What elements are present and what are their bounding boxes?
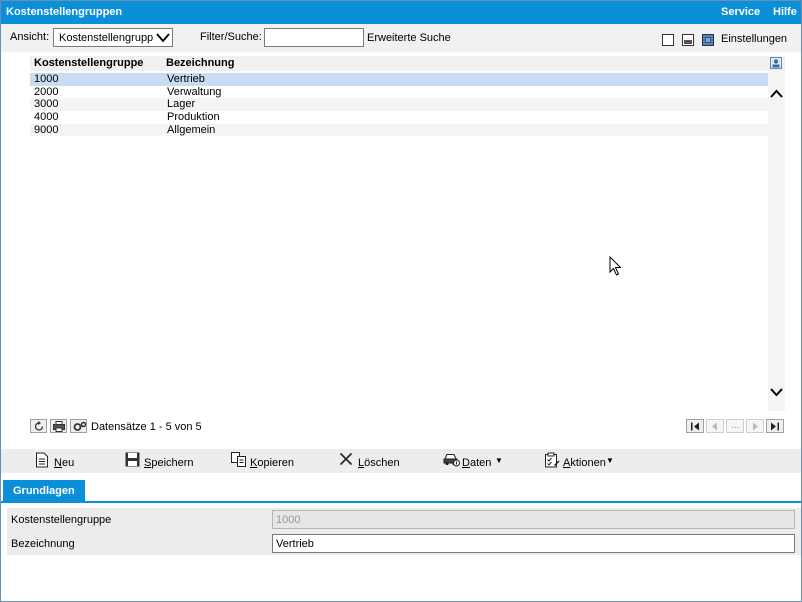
grid-header: Kostenstellengruppe Bezeichnung: [30, 56, 785, 71]
column-header-bezeichnung[interactable]: Bezeichnung: [166, 57, 234, 69]
car-icon: [443, 454, 460, 467]
refresh-button[interactable]: [30, 419, 47, 433]
cell-name: Vertrieb: [167, 73, 205, 85]
delete-button-label: Löschen: [358, 457, 400, 469]
layout-split-button[interactable]: [682, 34, 694, 46]
first-page-button[interactable]: [686, 419, 704, 433]
cell-name: Lager: [167, 98, 196, 111]
detail-form: Kostenstellengruppe 1000 Bezeichnung Ver…: [7, 508, 801, 555]
layout-detail-icon: [705, 37, 711, 43]
save-icon: [125, 452, 140, 467]
tab-grundlagen-label: Grundlagen: [13, 485, 75, 497]
table-row[interactable]: 4000 Produktion: [30, 111, 768, 124]
search-input[interactable]: [264, 28, 364, 47]
bezeichnung-label: Bezeichnung: [11, 538, 75, 550]
new-document-icon: [36, 452, 48, 468]
form-row-bezeichnung: Bezeichnung Vertrieb: [7, 532, 801, 554]
data-menu-label: Daten: [462, 457, 492, 469]
data-grid: Kostenstellengruppe Bezeichnung 1000 Ver…: [30, 56, 785, 411]
table-row[interactable]: 3000 Lager: [30, 98, 768, 112]
window-title: Kostenstellengruppen: [6, 6, 123, 18]
new-button-label: Neu: [54, 457, 75, 469]
dropdown-arrow-icon: ▼: [606, 456, 614, 465]
cell-code: 3000: [34, 98, 59, 111]
print-button[interactable]: [50, 419, 67, 433]
chevron-down-icon: [156, 33, 170, 43]
action-bar: Neu Speichern Kopieren Löschen Daten ▼ A…: [1, 449, 801, 473]
mouse-pointer-icon: [609, 256, 622, 276]
bezeichnung-value: Vertrieb: [276, 538, 314, 550]
advanced-search-link[interactable]: Erweiterte Suche: [367, 32, 451, 44]
page-select-button[interactable]: ...: [726, 419, 744, 433]
chevron-down-icon[interactable]: [770, 388, 783, 397]
page-ellipsis: ...: [731, 420, 740, 431]
record-count: Datensätze 1 - 5 von 5: [91, 421, 202, 433]
layout-detail-button[interactable]: [702, 34, 714, 46]
next-page-button[interactable]: [746, 419, 764, 433]
tab-grundlagen[interactable]: Grundlagen: [3, 480, 85, 502]
view-toolbar: Ansicht: Kostenstellengrupp Filter/Suche…: [1, 24, 801, 52]
refresh-icon: [34, 421, 44, 431]
next-page-icon: [753, 422, 758, 431]
table-row[interactable]: 2000 Verwaltung: [30, 86, 768, 99]
kostenstellengruppe-label: Kostenstellengruppe: [11, 514, 112, 526]
detail-tab-bar: Grundlagen: [1, 477, 801, 503]
table-row[interactable]: 1000 Vertrieb: [30, 73, 768, 86]
help-menu[interactable]: Hilfe: [773, 6, 797, 18]
dropdown-arrow-icon: ▼: [495, 456, 503, 465]
first-page-icon: [691, 422, 699, 431]
copy-button-label: Kopieren: [250, 457, 295, 469]
filter-label: Filter/Suche:: [200, 31, 262, 43]
chevron-up-icon[interactable]: [770, 89, 783, 98]
column-header-kostenstellengruppe[interactable]: Kostenstellengruppe: [34, 57, 143, 69]
cell-name: Verwaltung: [167, 85, 222, 98]
prev-page-icon: [712, 422, 717, 431]
last-page-icon: [771, 422, 779, 431]
settings-link[interactable]: Einstellungen: [721, 33, 787, 45]
bezeichnung-field[interactable]: Vertrieb: [272, 534, 795, 553]
vertical-scrollbar[interactable]: [768, 71, 785, 411]
actions-menu-label: Aktionen: [563, 457, 606, 469]
application-window: Kostenstellengruppen Service Hilfe Ansic…: [0, 0, 802, 602]
close-icon: [339, 452, 353, 466]
ansicht-label: Ansicht:: [10, 31, 50, 43]
last-page-button[interactable]: [766, 419, 784, 433]
form-row-kostenstellengruppe: Kostenstellengruppe 1000: [7, 508, 801, 530]
prev-page-button[interactable]: [706, 419, 724, 433]
ansicht-select[interactable]: Kostenstellengrupp: [53, 28, 173, 47]
cell-name: Produktion: [167, 111, 220, 124]
cell-code: 1000: [34, 73, 59, 85]
cell-code: 4000: [34, 111, 59, 124]
cell-name: Allgemein: [167, 123, 216, 136]
copy-icon: [231, 452, 246, 467]
printer-icon: [53, 421, 65, 432]
ansicht-select-value: Kostenstellengrupp: [59, 32, 153, 44]
save-button-label: Speichern: [144, 457, 194, 469]
checklist-icon: [545, 452, 560, 468]
grid-settings-button[interactable]: [70, 419, 87, 433]
kostenstellengruppe-value: 1000: [276, 514, 301, 526]
grid-rows: 1000 Vertrieb 2000 Verwaltung 3000 Lager…: [30, 73, 768, 137]
layout-split-icon: [684, 40, 692, 44]
table-row[interactable]: 9000 Allgemein: [30, 123, 768, 137]
pager-bar: Datensätze 1 - 5 von 5 ...: [30, 419, 785, 435]
service-menu[interactable]: Service: [721, 6, 760, 18]
cell-code: 2000: [34, 85, 59, 98]
kostenstellengruppe-field: 1000: [272, 510, 795, 529]
gears-icon: [73, 421, 87, 431]
column-chooser-icon[interactable]: [770, 57, 782, 69]
cell-code: 9000: [34, 123, 59, 136]
layout-full-button[interactable]: [662, 34, 674, 46]
title-bar: Kostenstellengruppen Service Hilfe: [1, 1, 801, 24]
